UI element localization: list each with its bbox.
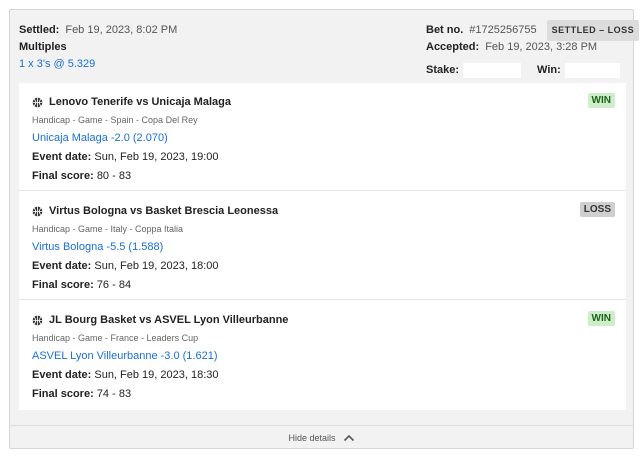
event-date-label: Event date: [32,151,92,163]
bet-type: Multiples [19,41,67,53]
final-score-value: 74 - 83 [96,388,132,400]
bet-card: Settled: Feb 19, 2023, 8:02 PM Multiples… [9,9,640,449]
final-score-value: 80 - 83 [96,170,132,182]
bet-header: Settled: Feb 19, 2023, 8:02 PM Multiples… [10,10,640,80]
leg-item: JL Bourg Basket vs ASVEL Lyon Villeurban… [19,301,626,409]
final-score-label: Final score: [32,388,94,400]
final-score-value: 76 - 84 [96,279,132,291]
chevron-up-icon [343,434,354,441]
status-badge: SETTLED – LOSS [546,20,640,41]
leg-title: Lenovo Tenerife vs Unicaja Malaga [49,96,231,108]
event-date-label: Event date: [32,260,92,272]
win-value-box [564,63,620,78]
leg-meta: Handicap - Game - Italy - Coppa Italia [32,224,184,234]
hide-details-button[interactable]: Hide details [10,425,633,449]
leg-item: Virtus Bologna vs Basket Brescia Leoness… [19,192,626,300]
bet-legs: Lenovo Tenerife vs Unicaja Malaga Handic… [19,83,626,410]
leg-title: Virtus Bologna vs Basket Brescia Leoness… [49,205,279,217]
settled-value: Feb 19, 2023, 8:02 PM [65,24,178,36]
leg-result-badge: WIN [587,93,615,108]
leg-result-badge: WIN [587,311,615,326]
betno-label: Bet no. [426,24,464,36]
accepted-value: Feb 19, 2023, 3:28 PM [485,41,598,53]
stake-value-box [463,63,522,78]
leg-selection[interactable]: Virtus Bologna -5.5 (1.588) [32,238,278,257]
event-date-label: Event date: [32,369,92,381]
settled-label: Settled: [19,24,60,36]
final-score-label: Final score: [32,279,94,291]
leg-title: JL Bourg Basket vs ASVEL Lyon Villeurban… [49,314,289,326]
betno-value: #1725256755 [469,24,537,36]
leg-selection[interactable]: Unicaja Malaga -2.0 (2.070) [32,129,231,148]
leg-meta: Handicap - Game - Spain - Copa Del Rey [32,115,198,125]
stake-label: Stake: [426,64,460,76]
combo-odds-link[interactable]: 1 x 3's @ 5.329 [19,56,95,73]
event-date-value: Sun, Feb 19, 2023, 18:00 [94,260,219,272]
leg-selection[interactable]: ASVEL Lyon Villeurbanne -3.0 (1.621) [32,347,288,366]
final-score-label: Final score: [32,170,94,182]
event-date-value: Sun, Feb 19, 2023, 18:30 [94,369,219,381]
event-date-value: Sun, Feb 19, 2023, 19:00 [94,151,219,163]
leg-item: Lenovo Tenerife vs Unicaja Malaga Handic… [19,83,626,191]
header-left: Settled: Feb 19, 2023, 8:02 PM Multiples… [19,22,177,73]
win-label: Win: [537,64,561,76]
header-right: Bet no. #1725256755 SETTLED – LOSS Accep… [426,20,640,79]
basketball-icon [32,315,43,326]
accepted-label: Accepted: [426,41,480,53]
leg-meta: Handicap - Game - France - Leaders Cup [32,333,199,343]
basketball-icon [32,97,43,108]
basketball-icon [32,206,43,217]
leg-result-badge: LOSS [579,202,615,217]
hide-details-label: Hide details [288,432,336,443]
